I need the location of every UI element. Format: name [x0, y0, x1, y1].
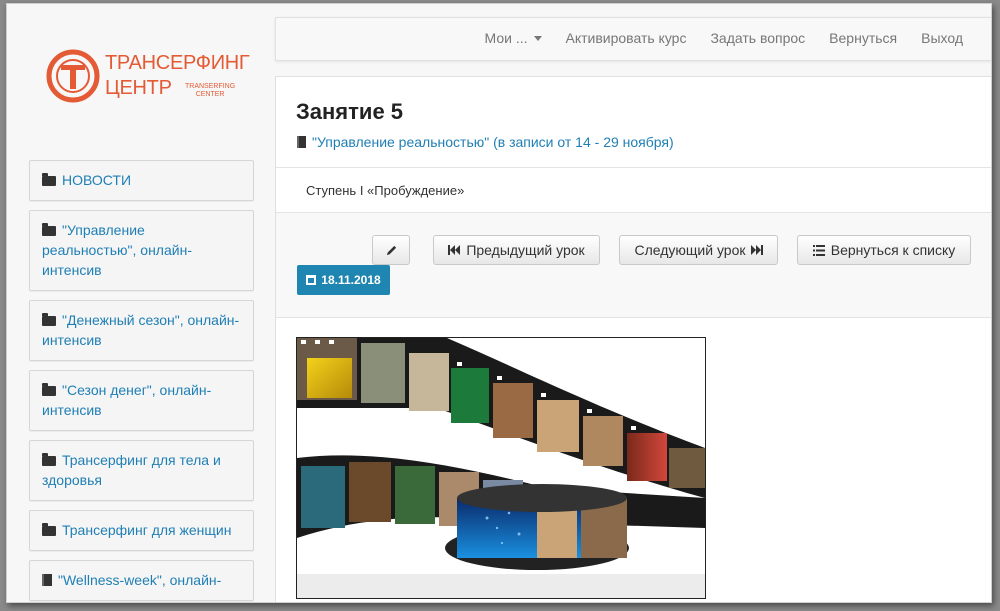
next-lesson-button[interactable]: Следующий урок: [619, 235, 778, 265]
skip-forward-icon: [750, 245, 763, 255]
next-lesson-label: Следующий урок: [634, 242, 746, 258]
nav-logout[interactable]: Выход: [921, 30, 963, 46]
sidebar-item-label: "Wellness-week", онлайн-: [58, 572, 222, 588]
caret-down-icon: [533, 36, 542, 41]
sidebar-item-reality-management[interactable]: "Управление реальностью", онлайн-интенси…: [29, 210, 254, 291]
sidebar-item-season-of-money[interactable]: "Сезон денег", онлайн-интенсив: [29, 370, 254, 431]
logo-title-line1: ТРАНСЕРФИНГ: [105, 52, 250, 74]
nav-my-dropdown[interactable]: Мои ...: [485, 30, 542, 46]
divider: [276, 167, 991, 168]
sidebar-item-money-season[interactable]: "Денежный сезон", онлайн-интенсив: [29, 300, 254, 361]
folder-icon: [42, 173, 56, 186]
nav-menu: Мои ... Активировать курс Задать вопрос …: [461, 30, 963, 46]
nav-activate-course[interactable]: Активировать курс: [566, 30, 687, 46]
lesson-image: [296, 337, 706, 599]
book-icon: [42, 574, 52, 586]
film-strip-illustration: [297, 338, 705, 598]
sidebar-item-label: "Денежный сезон", онлайн-интенсив: [42, 312, 240, 348]
sidebar-item-news[interactable]: НОВОСТИ: [29, 160, 254, 201]
top-navbar: Мои ... Активировать курс Задать вопрос …: [275, 17, 991, 61]
sidebar-item-label: "Сезон денег", онлайн-интенсив: [42, 382, 212, 418]
sidebar-item-label: "Управление реальностью", онлайн-интенси…: [42, 222, 192, 278]
back-to-list-label: Вернуться к списку: [830, 242, 956, 258]
logo-mark-icon: [46, 49, 100, 103]
nav-my-label: Мои ...: [484, 30, 528, 46]
course-link-label: "Управление реальностью" (в записи от 14…: [312, 134, 674, 150]
folder-icon: [42, 223, 56, 236]
divider: [276, 317, 991, 318]
back-to-list-button[interactable]: Вернуться к списку: [797, 235, 971, 265]
course-link[interactable]: "Управление реальностью" (в записи от 14…: [297, 134, 674, 150]
nav-ask-question[interactable]: Задать вопрос: [710, 30, 805, 46]
pencil-icon: [386, 245, 396, 255]
sidebar-item-body-health[interactable]: Трансерфинг для тела и здоровья: [29, 440, 254, 501]
folder-icon: [42, 383, 56, 396]
site-logo[interactable]: ТРАНСЕРФИНГ ЦЕНТР TRANSERFING CENTER: [45, 46, 250, 108]
skip-back-icon: [448, 245, 461, 255]
lesson-panel: Занятие 5 "Управление реальностью" (в за…: [275, 76, 991, 602]
sidebar-item-label: Трансерфинг для женщин: [62, 522, 232, 538]
sidebar-item-label: Трансерфинг для тела и здоровья: [42, 452, 221, 488]
previous-lesson-button[interactable]: Предыдущий урок: [433, 235, 600, 265]
folder-icon: [42, 523, 56, 536]
page-title: Занятие 5: [296, 99, 404, 124]
lesson-date: 18.11.2018: [321, 273, 381, 287]
calendar-icon: [306, 275, 317, 285]
list-icon: [812, 244, 825, 256]
edit-button[interactable]: [372, 235, 410, 265]
browser-frame: ТРАНСЕРФИНГ ЦЕНТР TRANSERFING CENTER Мои…: [6, 3, 992, 603]
lesson-step: Ступень I «Пробуждение»: [306, 183, 465, 198]
logo-title-line2: ЦЕНТР: [105, 77, 172, 99]
sidebar-item-wellness-week[interactable]: "Wellness-week", онлайн-: [29, 560, 254, 601]
previous-lesson-label: Предыдущий урок: [466, 242, 585, 258]
sidebar-item-women[interactable]: Трансерфинг для женщин: [29, 510, 254, 551]
sidebar: НОВОСТИ "Управление реальностью", онлайн…: [29, 160, 254, 602]
lesson-date-badge: 18.11.2018: [297, 265, 390, 295]
folder-icon: [42, 313, 56, 326]
folder-icon: [42, 453, 56, 466]
book-icon: [297, 136, 306, 148]
sidebar-item-label: НОВОСТИ: [62, 172, 132, 188]
logo-subtitle: TRANSERFING CENTER: [185, 83, 236, 98]
nav-back[interactable]: Вернуться: [829, 30, 897, 46]
